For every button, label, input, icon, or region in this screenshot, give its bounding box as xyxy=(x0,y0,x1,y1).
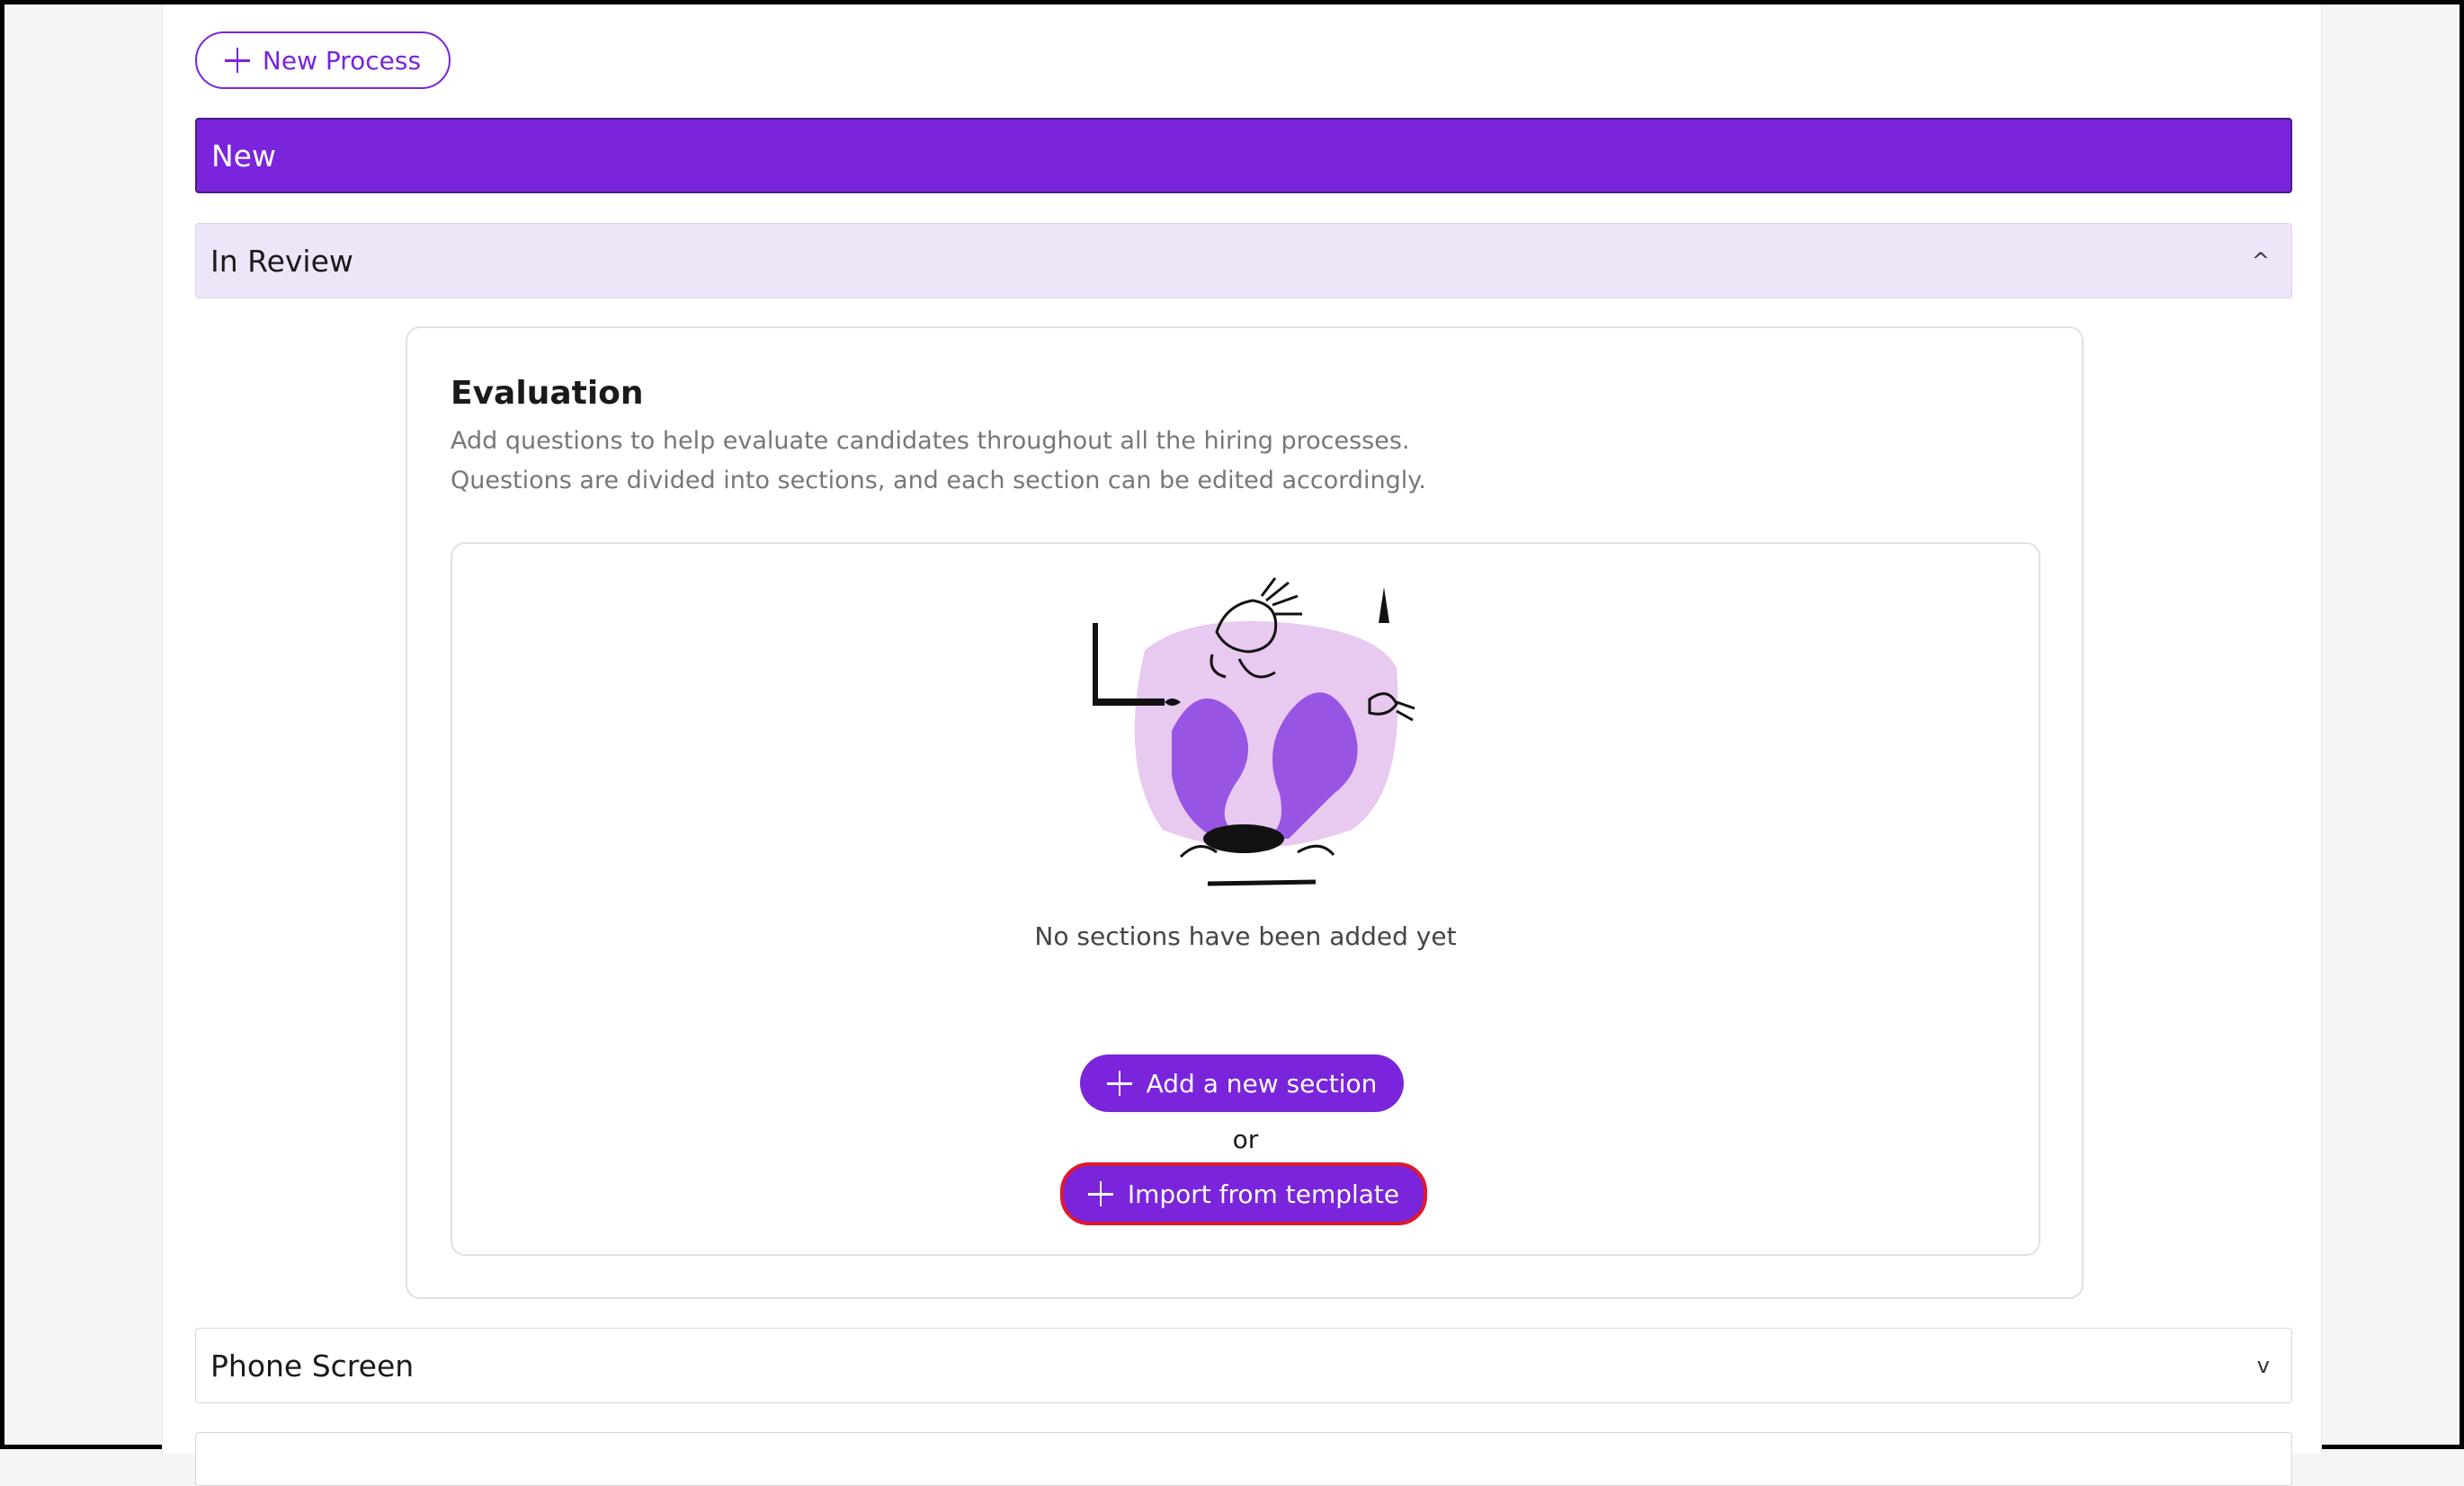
evaluation-description: Add questions to help evaluate candidate… xyxy=(451,422,1426,501)
page-content: New Process New In Review ^ Evaluation A… xyxy=(162,4,2322,1486)
plus-icon xyxy=(224,48,250,73)
stage-new-header[interactable]: New xyxy=(195,118,2292,193)
import-from-template-label: Import from template xyxy=(1127,1179,1400,1209)
stage-new-label: New xyxy=(211,138,276,174)
import-from-template-button[interactable]: Import from template xyxy=(1060,1162,1427,1225)
add-section-label: Add a new section xyxy=(1146,1068,1378,1099)
empty-state-text: No sections have been added yet xyxy=(1034,921,1457,951)
empty-sections-box: No sections have been added yet Add a ne… xyxy=(451,542,2040,1256)
evaluation-card: Evaluation Add questions to help evaluat… xyxy=(406,326,2084,1299)
empty-state-illustration xyxy=(1093,577,1415,886)
new-process-button[interactable]: New Process xyxy=(195,31,451,89)
or-separator: or xyxy=(1232,1125,1259,1154)
stage-in-review-header[interactable]: In Review ^ xyxy=(195,223,2292,298)
plus-icon xyxy=(1106,1071,1132,1096)
add-section-button[interactable]: Add a new section xyxy=(1080,1054,1404,1112)
new-process-label: New Process xyxy=(262,45,422,76)
stage-phone-screen-label: Phone Screen xyxy=(210,1348,415,1384)
evaluation-description-line-1: Add questions to help evaluate candidate… xyxy=(451,427,1410,455)
plus-icon xyxy=(1087,1181,1113,1206)
chevron-up-icon[interactable]: ^ xyxy=(2252,248,2270,273)
stage-phone-screen-header[interactable]: Phone Screen v xyxy=(195,1328,2292,1403)
stage-in-review-label: In Review xyxy=(210,243,353,279)
evaluation-description-line-2: Questions are divided into sections, and… xyxy=(451,467,1426,494)
evaluation-title: Evaluation xyxy=(451,375,644,412)
chevron-down-icon[interactable]: v xyxy=(2257,1353,2270,1378)
stage-next-header[interactable] xyxy=(195,1432,2292,1486)
